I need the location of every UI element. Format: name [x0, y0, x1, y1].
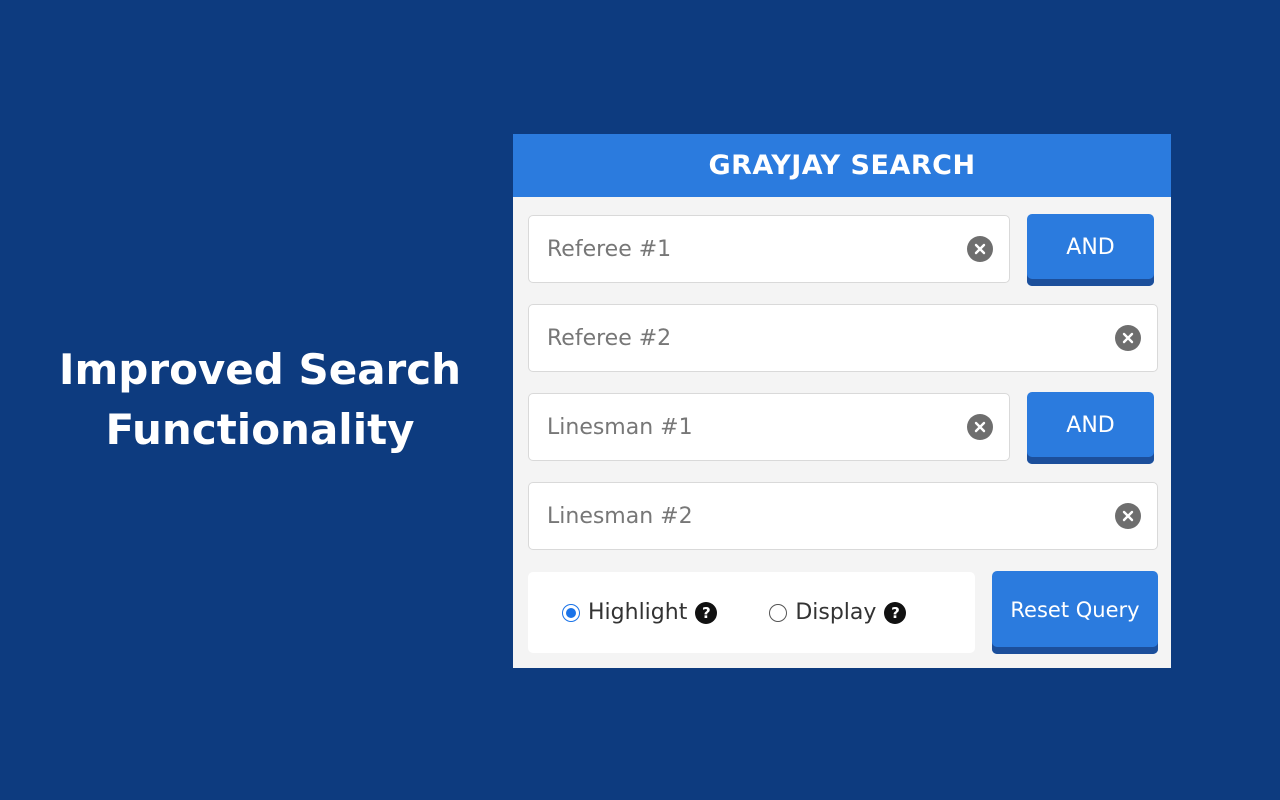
- and-button[interactable]: AND: [1027, 214, 1154, 286]
- display-option[interactable]: Display ?: [769, 600, 907, 625]
- display-radio[interactable]: [769, 603, 788, 622]
- highlight-option[interactable]: Highlight ?: [562, 600, 718, 625]
- panel-title: GRAYJAY SEARCH: [513, 134, 1171, 197]
- clear-icon[interactable]: [967, 414, 993, 440]
- and-button[interactable]: AND: [1027, 392, 1154, 464]
- promo-line-2: Functionality: [105, 405, 415, 454]
- promo-line-1: Improved Search: [58, 345, 462, 394]
- highlight-label: Highlight: [588, 600, 688, 625]
- reset-query-button[interactable]: Reset Query: [992, 571, 1158, 654]
- question-icon[interactable]: ?: [695, 601, 718, 624]
- display-label: Display: [795, 600, 877, 625]
- highlight-radio[interactable]: [562, 603, 580, 622]
- linesman-1-input[interactable]: [547, 407, 967, 447]
- referee-1-field[interactable]: [528, 215, 1010, 283]
- question-icon[interactable]: ?: [884, 601, 907, 624]
- clear-icon[interactable]: [1115, 503, 1141, 529]
- promo-heading: Improved Search Functionality: [40, 340, 480, 460]
- referee-1-input[interactable]: [547, 229, 967, 269]
- referee-2-field[interactable]: [528, 304, 1158, 372]
- search-panel: GRAYJAY SEARCH AND AND Highlight ?: [513, 134, 1171, 668]
- linesman-1-field[interactable]: [528, 393, 1010, 461]
- clear-icon[interactable]: [1115, 325, 1141, 351]
- mode-options: Highlight ? Display ?: [528, 572, 975, 653]
- clear-icon[interactable]: [967, 236, 993, 262]
- linesman-2-input[interactable]: [547, 496, 1115, 536]
- linesman-2-field[interactable]: [528, 482, 1158, 550]
- referee-2-input[interactable]: [547, 318, 1115, 358]
